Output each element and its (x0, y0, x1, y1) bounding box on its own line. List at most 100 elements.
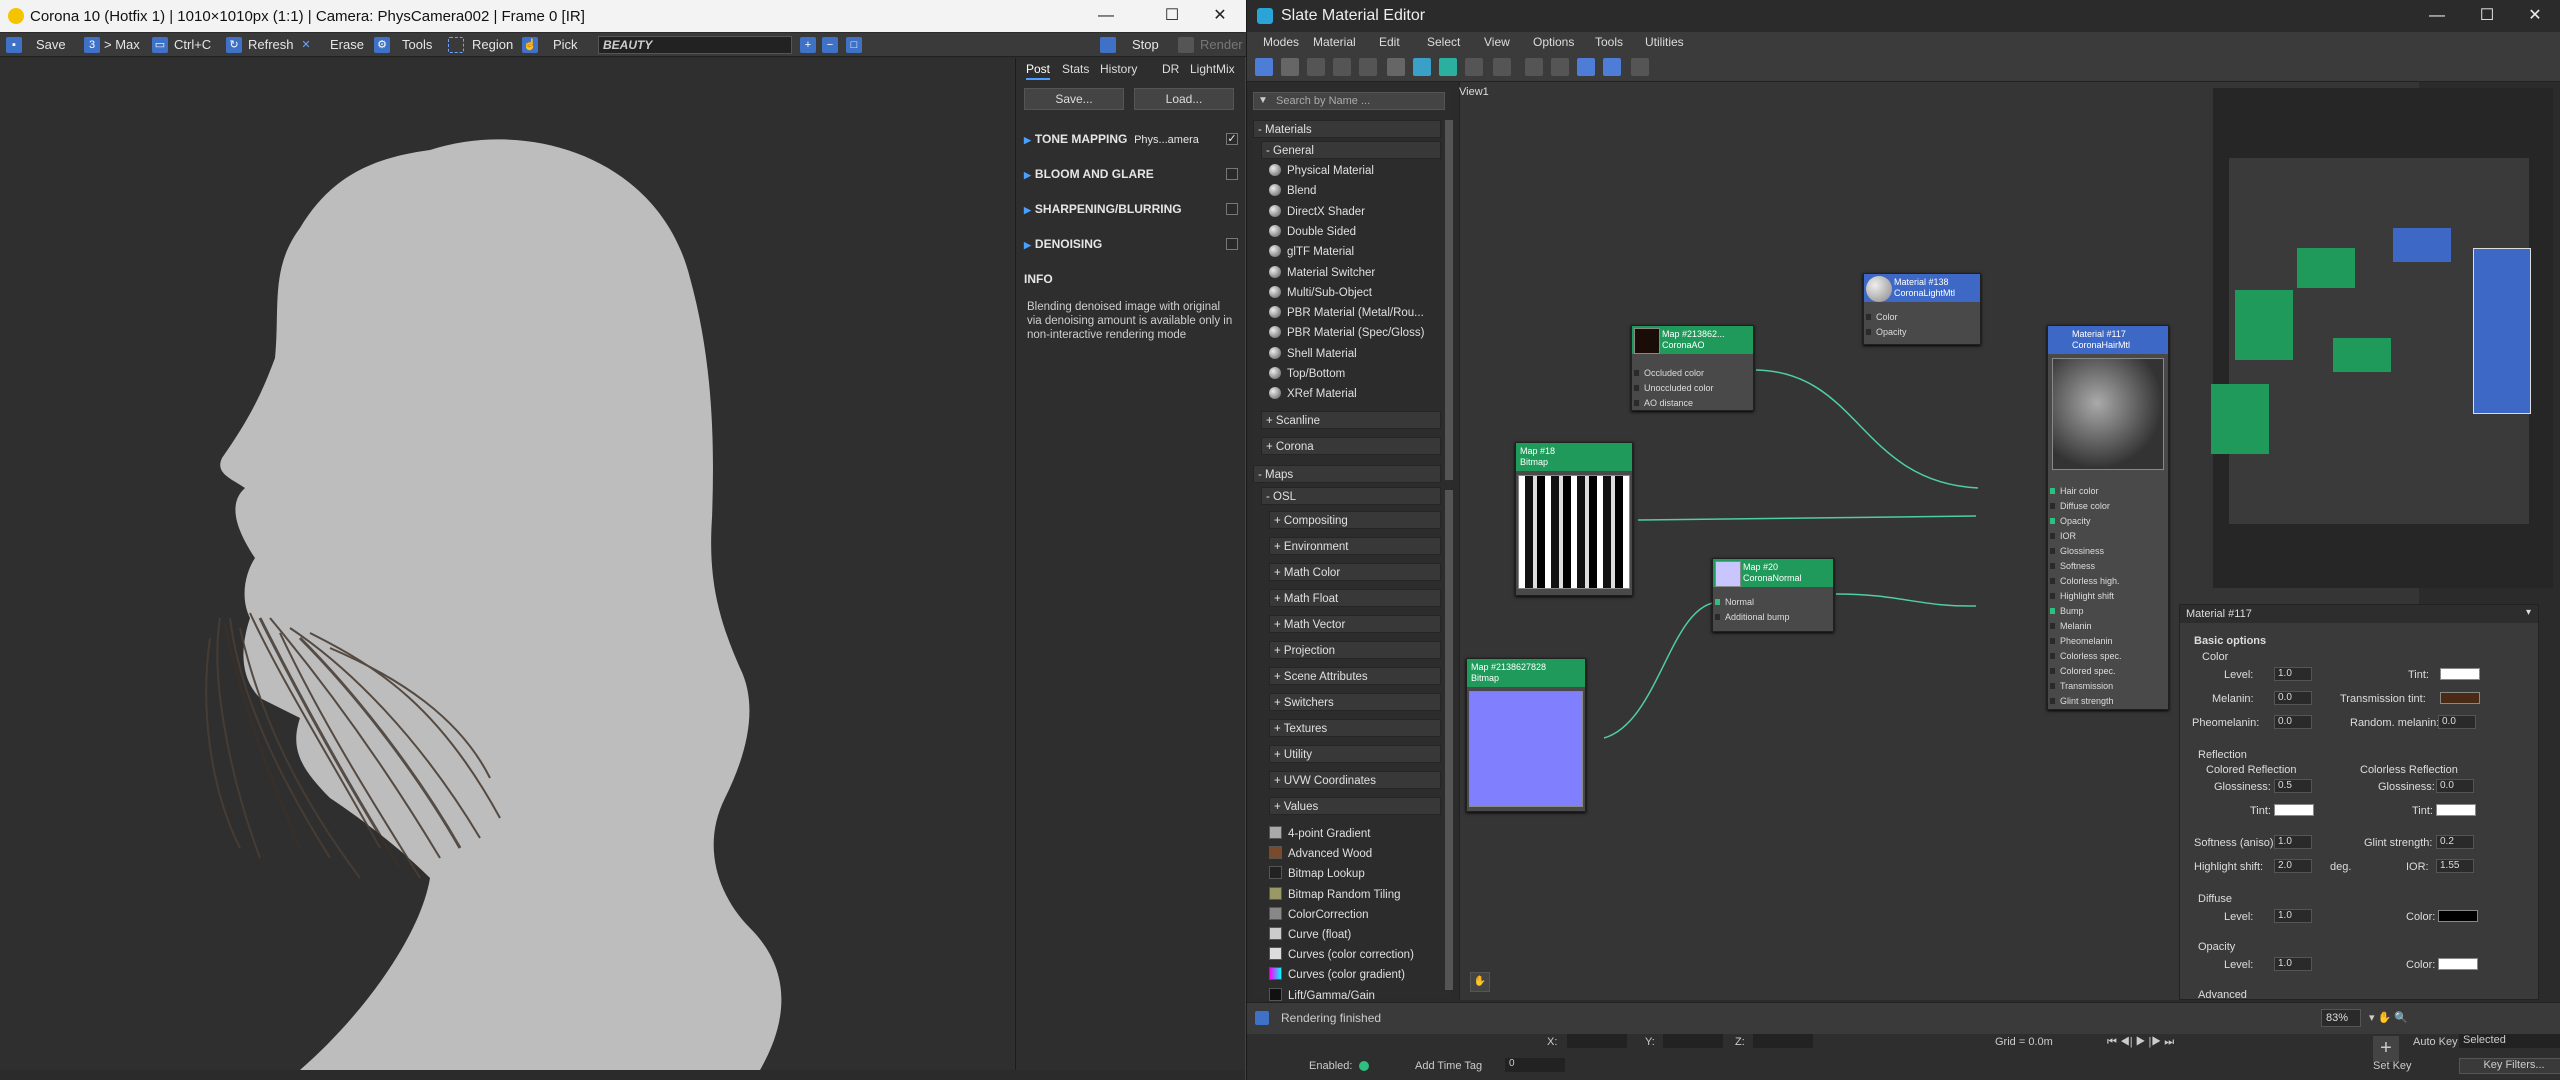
node-corona-hair[interactable]: Material #117 CoronaHairMtl Hair color Dif… (2047, 325, 2169, 710)
playback-controls[interactable]: ⏮ ◀| ▶ |▶ ⏭ (2107, 1036, 2174, 1049)
tab-stats[interactable]: Stats (1062, 62, 1089, 80)
material-item[interactable]: Material Switcher (1269, 264, 1443, 282)
browser-scanline[interactable]: + Scanline (1261, 411, 1441, 429)
node-hair-header[interactable]: Material #117 CoronaHairMtl (2048, 326, 2168, 354)
map-item[interactable]: Bitmap Random Tiling (1269, 886, 1443, 904)
hair-slot[interactable]: Hair color (2048, 484, 2099, 498)
gloss1-input[interactable]: 0.5 (2274, 779, 2312, 793)
osl-category[interactable]: + Switchers (1269, 693, 1441, 711)
tone-mapping-checkbox[interactable]: ✓ (1226, 133, 1238, 145)
pick-material-icon[interactable] (1281, 58, 1299, 76)
osl-category[interactable]: + Math Float (1269, 589, 1441, 607)
minimize-icon[interactable]: — (1086, 4, 1126, 28)
render-pass-select[interactable]: BEAUTY (598, 36, 792, 54)
browser-corona[interactable]: + Corona (1261, 437, 1441, 455)
advanced-group[interactable]: Advanced (2198, 989, 2247, 999)
map-item[interactable]: ColorCorrection (1269, 906, 1443, 924)
material-item[interactable]: Shell Material (1269, 345, 1443, 363)
region-button[interactable]: Region (472, 36, 513, 54)
tab-dr[interactable]: DR (1162, 62, 1179, 80)
material-map-navigator-icon[interactable] (1577, 58, 1595, 76)
zoom-in-icon[interactable]: + (800, 37, 816, 53)
close-icon[interactable]: ✕ (2515, 4, 2555, 28)
osl-category[interactable]: + Compositing (1269, 511, 1441, 529)
maximize-icon[interactable]: ☐ (1152, 4, 1192, 28)
hair-slot[interactable]: IOR (2048, 529, 2076, 543)
refl-tint1-swatch[interactable] (2274, 804, 2314, 816)
save-button[interactable]: Save (36, 36, 66, 54)
slot-ao-distance[interactable]: AO distance (1632, 396, 1693, 410)
diffuse-level-input[interactable]: 1.0 (2274, 909, 2312, 923)
selected-dropdown[interactable]: Selected (2459, 1034, 2560, 1048)
basic-options-title[interactable]: Basic options (2194, 635, 2266, 647)
material-item[interactable]: Blend (1269, 182, 1443, 200)
select-by-material-icon[interactable] (1631, 58, 1649, 76)
node-corona-normal[interactable]: Map #20 CoronaNormal Normal Additional bu… (1712, 558, 1834, 632)
maximize-icon[interactable]: ☐ (2467, 4, 2507, 28)
layout-children-icon[interactable] (1551, 58, 1569, 76)
softness-input[interactable]: 1.0 (2274, 835, 2312, 849)
node-bitmapn-header[interactable]: Map #2138627828 Bitmap (1467, 659, 1585, 687)
material-item[interactable]: DirectX Shader (1269, 203, 1443, 221)
pick-button[interactable]: Pick (553, 36, 578, 54)
tab-history[interactable]: History (1100, 62, 1137, 80)
pheomelanin-input[interactable]: 0.0 (2274, 715, 2312, 729)
load-preset-button[interactable]: Load... (1134, 88, 1234, 110)
node-bitmap-18[interactable]: Map #18 Bitmap (1515, 442, 1633, 596)
map-item[interactable]: Bitmap Lookup (1269, 865, 1443, 883)
slot-opacity[interactable]: Opacity (1864, 325, 1907, 339)
ior-input[interactable]: 1.55 (2436, 859, 2474, 873)
level-input[interactable]: 1.0 (2274, 667, 2312, 681)
material-item[interactable]: Double Sided (1269, 223, 1443, 241)
hair-slot[interactable]: Bump (2048, 604, 2084, 618)
node-corona-ao[interactable]: Map #213862... CoronaAO Occluded color Un… (1631, 325, 1754, 411)
osl-category[interactable]: + Math Vector (1269, 615, 1441, 633)
section-denoising[interactable]: ▶ DENOISING (1024, 237, 1102, 251)
zoom-dropdown-icon[interactable]: ▾ ✋ 🔍 (2369, 1011, 2408, 1024)
slot-color[interactable]: Color (1864, 310, 1898, 324)
slot-normal[interactable]: Normal (1713, 595, 1754, 609)
enabled-indicator[interactable] (1359, 1061, 1369, 1071)
browser-materials[interactable]: - Materials (1253, 120, 1441, 138)
material-item[interactable]: Physical Material (1269, 162, 1443, 180)
show-map-icon[interactable] (1439, 58, 1457, 76)
hair-slot[interactable]: Softness (2048, 559, 2095, 573)
menu-view[interactable]: View (1484, 35, 1510, 49)
browser-maps[interactable]: - Maps (1253, 465, 1441, 483)
bloom-checkbox[interactable] (1226, 168, 1238, 180)
section-bloom-glare[interactable]: ▶ BLOOM AND GLARE (1024, 167, 1154, 181)
param-dropdown-icon[interactable]: ▾ (2526, 607, 2531, 618)
menu-edit[interactable]: Edit (1379, 35, 1400, 49)
menu-select[interactable]: Select (1427, 35, 1460, 49)
diffuse-color-swatch[interactable] (2438, 910, 2478, 922)
hshift-input[interactable]: 2.0 (2274, 859, 2312, 873)
material-item[interactable]: glTF Material (1269, 243, 1443, 261)
copy-button[interactable]: Ctrl+C (174, 36, 211, 54)
tab-post[interactable]: Post (1026, 62, 1051, 80)
osl-category[interactable]: + Values (1269, 797, 1441, 815)
node-bitmap-normal[interactable]: Map #2138627828 Bitmap (1466, 658, 1586, 812)
node-corona-light[interactable]: Material #138 CoronaLightMtl Color Opacit… (1863, 273, 1981, 345)
render-viewport[interactable] (0, 58, 1015, 1070)
random-melanin-input[interactable]: 0.0 (2438, 715, 2476, 729)
z-field[interactable] (1753, 1034, 1813, 1048)
map-item[interactable]: Advanced Wood (1269, 845, 1443, 863)
hair-slot[interactable]: Opacity (2048, 514, 2091, 528)
menu-modes[interactable]: Modes (1263, 35, 1299, 49)
tools-button[interactable]: Tools (402, 36, 432, 54)
refresh-button[interactable]: Refresh (248, 36, 294, 54)
osl-category[interactable]: + Projection (1269, 641, 1441, 659)
erase-button[interactable]: Erase (330, 36, 364, 54)
browser-general[interactable]: - General (1261, 141, 1441, 159)
menu-material[interactable]: Material (1313, 35, 1356, 49)
frame-field[interactable]: 0 (1505, 1058, 1565, 1072)
slot-additional-bump[interactable]: Additional bump (1713, 610, 1790, 624)
osl-category[interactable]: + Environment (1269, 537, 1441, 555)
navigator-view[interactable] (2211, 158, 2531, 524)
browser-scrollbar[interactable] (1445, 120, 1453, 480)
hair-slot[interactable]: Pheomelanin (2048, 634, 2113, 648)
osl-category[interactable]: + Scene Attributes (1269, 667, 1441, 685)
select-tool-icon[interactable] (1255, 58, 1273, 76)
refl-tint2-swatch[interactable] (2436, 804, 2476, 816)
trans-tint-swatch[interactable] (2440, 692, 2480, 704)
